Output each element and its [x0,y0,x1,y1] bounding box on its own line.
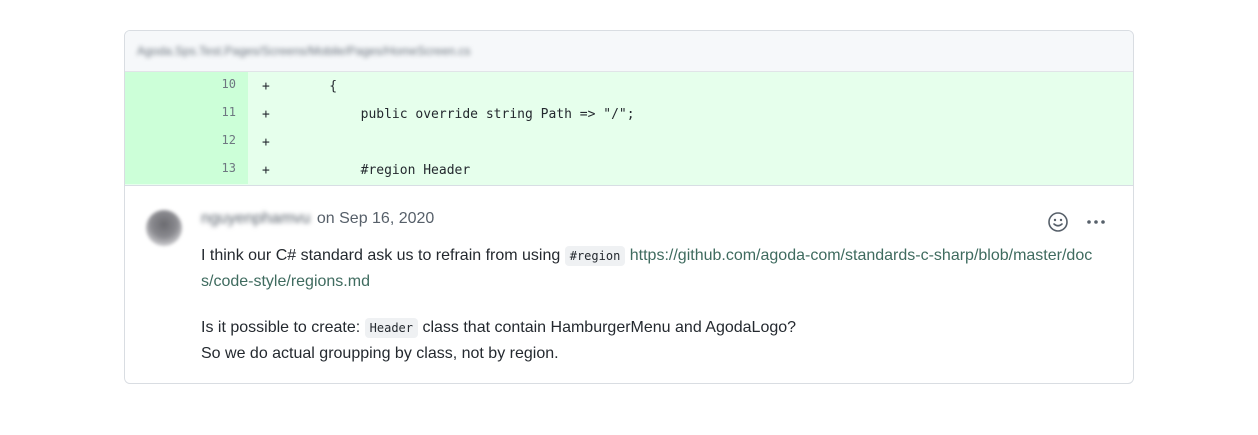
code-line: { [298,78,338,94]
line-number: 10 [221,76,236,91]
line-number: 13 [221,160,236,175]
comment-text: Is it possible to create: [201,319,365,336]
line-number-gutter[interactable]: 11 [125,100,248,128]
code-line: public override string Path => "/"; [298,106,635,122]
diff-sign: + [262,78,270,94]
line-number-gutter[interactable]: 10 [125,72,248,100]
comment-text: class that contain HamburgerMenu and Ago… [418,319,797,336]
line-number-gutter[interactable]: 12 [125,128,248,156]
inline-code: #region [564,246,626,266]
line-number: 12 [221,132,236,147]
kebab-horizontal-icon[interactable] [1085,211,1107,238]
file-header: Agoda.Sps.Test.Pages/Screens/Mobile/Page… [125,31,1133,72]
diff-line: 10 + { [125,72,1133,100]
comment-timestamp[interactable]: on Sep 16, 2020 [317,210,434,227]
comment: nguyenphamvu on Sep 16, 2020 I think our… [125,186,1133,383]
line-number: 11 [221,104,236,119]
diff-line: 13 + #region Header [125,156,1133,184]
comment-text: So we do actual groupping by class, not … [201,345,559,362]
comment-paragraph: Is it possible to create: Header class t… [201,315,1101,367]
comment-meta: nguyenphamvu on Sep 16, 2020 [201,210,434,228]
diff-line: 11 + public override string Path => "/"; [125,100,1133,128]
file-path[interactable]: Agoda.Sps.Test.Pages/Screens/Mobile/Page… [137,44,471,58]
line-number-gutter[interactable]: 13 [125,156,248,184]
smiley-icon[interactable] [1047,211,1069,238]
diff-sign: + [262,162,270,178]
comment-body: I think our C# standard ask us to refrai… [201,243,1101,383]
author-link[interactable]: nguyenphamvu [201,210,310,228]
diff-hunk: 10 + { 11 + public override string Path … [125,72,1133,186]
code-line: #region Header [298,162,471,178]
avatar[interactable] [146,210,182,246]
review-comment-card: Agoda.Sps.Test.Pages/Screens/Mobile/Page… [124,30,1134,384]
diff-sign: + [262,106,270,122]
comment-paragraph: I think our C# standard ask us to refrai… [201,243,1101,295]
comment-text: I think our C# standard ask us to refrai… [201,247,565,264]
inline-code: Header [364,318,418,338]
diff-sign: + [262,134,270,150]
diff-line: 12 + [125,128,1133,156]
